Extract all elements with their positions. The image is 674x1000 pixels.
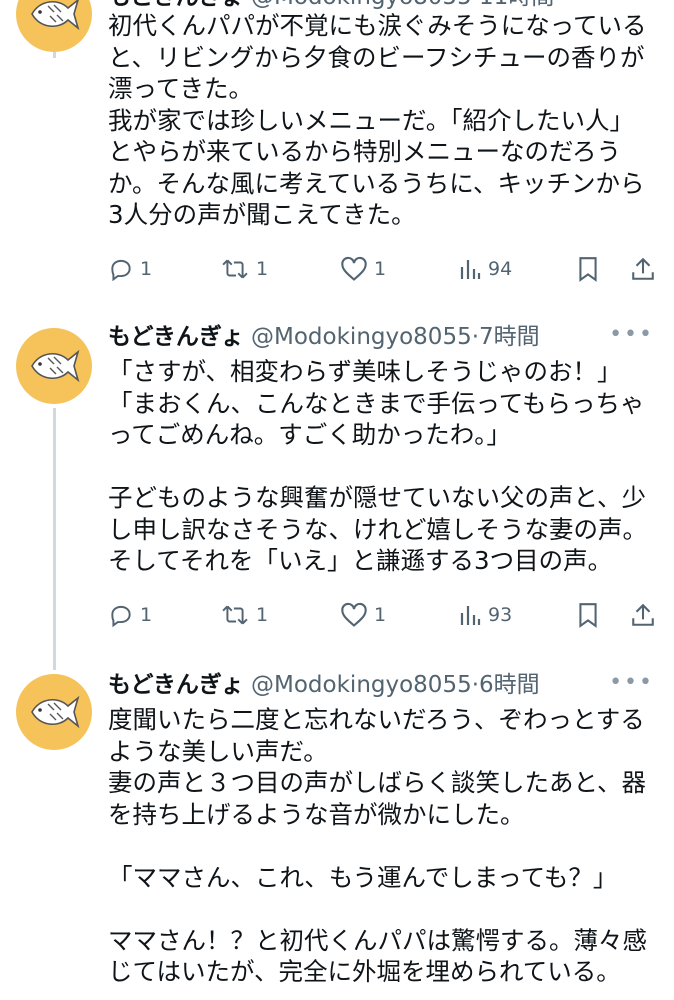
heart-icon [341, 602, 367, 627]
more-options-icon[interactable]: ••• [609, 668, 654, 698]
reply-button[interactable]: 1 [108, 252, 152, 286]
display-name[interactable]: もどきんぎょ [108, 324, 244, 350]
avatar[interactable] [16, 0, 92, 52]
bookmark-button[interactable] [576, 598, 600, 632]
retweet-icon [222, 259, 248, 279]
tweet-text: 初代くんパパが不覚にも涙ぐみそうになっていると、リビングから夕食のビーフシチュー… [108, 11, 647, 229]
tweet[interactable]: もどきんぎょ @Modokingyo8055·11時間 初代くんパパが不覚にも涙… [0, 0, 674, 300]
share-button[interactable] [630, 252, 656, 286]
retweet-button[interactable]: 1 [220, 598, 268, 632]
analytics-icon [460, 606, 481, 625]
tweet-text: 「さすが、相変わらず美味しそうじゃのお！」 「まおくん、こんなときまで手伝っても… [108, 357, 647, 575]
reply-count: 1 [140, 604, 153, 626]
timestamp[interactable]: 7時間 [479, 324, 540, 350]
user-handle[interactable]: @Modokingyo8055 [251, 672, 472, 698]
fish-icon [31, 0, 80, 31]
views-button[interactable]: 94 [458, 252, 512, 286]
like-count: 1 [374, 258, 387, 280]
like-count: 1 [374, 604, 387, 626]
retweet-count: 1 [256, 258, 269, 280]
tweet[interactable]: もどきんぎょ @Modokingyo8055·7時間 ••• 「さすが、相変わら… [0, 300, 674, 650]
share-icon [632, 603, 654, 626]
reply-icon [111, 259, 131, 282]
avatar[interactable] [16, 328, 92, 404]
fish-icon [31, 695, 80, 729]
avatar[interactable] [16, 674, 92, 750]
bookmark-icon [579, 603, 597, 628]
view-count: 93 [488, 604, 513, 626]
tweet-header: もどきんぎょ @Modokingyo8055·6時間 ••• [108, 668, 654, 698]
tweet[interactable]: もどきんぎょ @Modokingyo8055·6時間 ••• 度聞いたら二度と忘… [0, 650, 674, 1000]
share-icon [632, 257, 654, 280]
tweet-actions: 1 1 1 93 [108, 598, 658, 632]
display-name[interactable]: もどきんぎょ [108, 672, 244, 698]
user-handle[interactable]: @Modokingyo8055 [251, 0, 472, 10]
share-button[interactable] [630, 598, 656, 632]
tweet-header: もどきんぎょ @Modokingyo8055·7時間 ••• [108, 320, 654, 350]
fish-icon [31, 349, 80, 383]
more-options-icon[interactable]: ••• [609, 320, 654, 350]
tweet-actions: 1 1 1 94 [108, 252, 658, 286]
bookmark-icon [579, 257, 597, 282]
view-count: 94 [488, 258, 513, 280]
display-name[interactable]: もどきんぎょ [108, 0, 244, 10]
like-button[interactable]: 1 [340, 252, 386, 286]
views-button[interactable]: 93 [458, 598, 512, 632]
tweet-text: 度聞いたら二度と忘れないだろう、ぞわっとするような美しい声だ。 妻の声と３つ目の… [108, 705, 647, 986]
heart-icon [341, 256, 367, 281]
user-handle[interactable]: @Modokingyo8055 [251, 324, 472, 350]
retweet-count: 1 [256, 604, 269, 626]
retweet-icon [222, 605, 248, 625]
reply-count: 1 [140, 258, 153, 280]
retweet-button[interactable]: 1 [220, 252, 268, 286]
bookmark-button[interactable] [576, 252, 600, 286]
timestamp[interactable]: 6時間 [479, 672, 540, 698]
reply-button[interactable]: 1 [108, 598, 152, 632]
like-button[interactable]: 1 [340, 598, 386, 632]
analytics-icon [460, 260, 481, 279]
timestamp[interactable]: 11時間 [479, 0, 554, 10]
reply-icon [111, 605, 131, 628]
